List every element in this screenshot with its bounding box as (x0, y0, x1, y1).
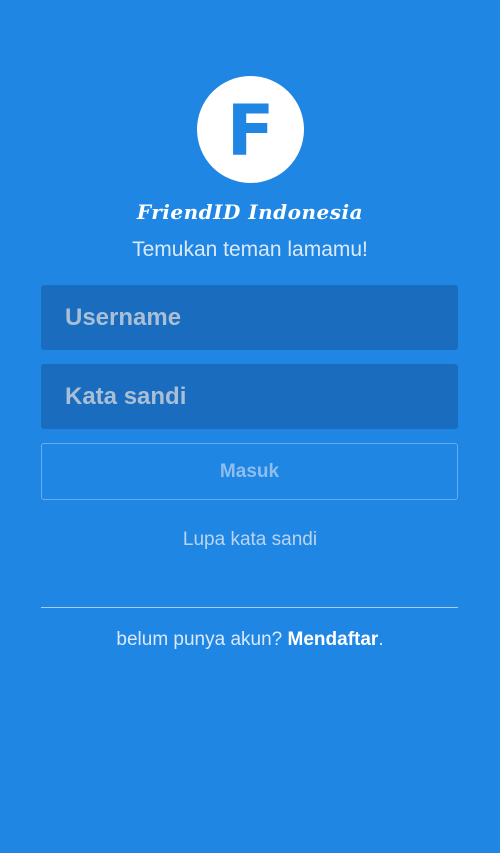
signup-suffix: . (378, 629, 384, 650)
password-input[interactable] (41, 364, 458, 429)
signup-row: belum punya akun? Mendaftar. (0, 629, 500, 651)
app-name: FriendID Indonesia (136, 200, 364, 224)
login-screen: F FriendID Indonesia Temukan teman lamam… (0, 0, 500, 853)
friendid-logo-icon: F (197, 76, 304, 183)
login-button[interactable]: Masuk (41, 443, 458, 500)
logo-letter: F (226, 89, 275, 172)
divider (41, 607, 458, 608)
forgot-password-link[interactable]: Lupa kata sandi (0, 529, 500, 551)
signup-link[interactable]: Mendaftar (288, 629, 379, 650)
username-input[interactable] (41, 285, 458, 350)
tagline: Temukan teman lamamu! (132, 238, 368, 261)
signup-prompt: belum punya akun? (116, 629, 288, 650)
login-button-label: Masuk (219, 460, 280, 482)
